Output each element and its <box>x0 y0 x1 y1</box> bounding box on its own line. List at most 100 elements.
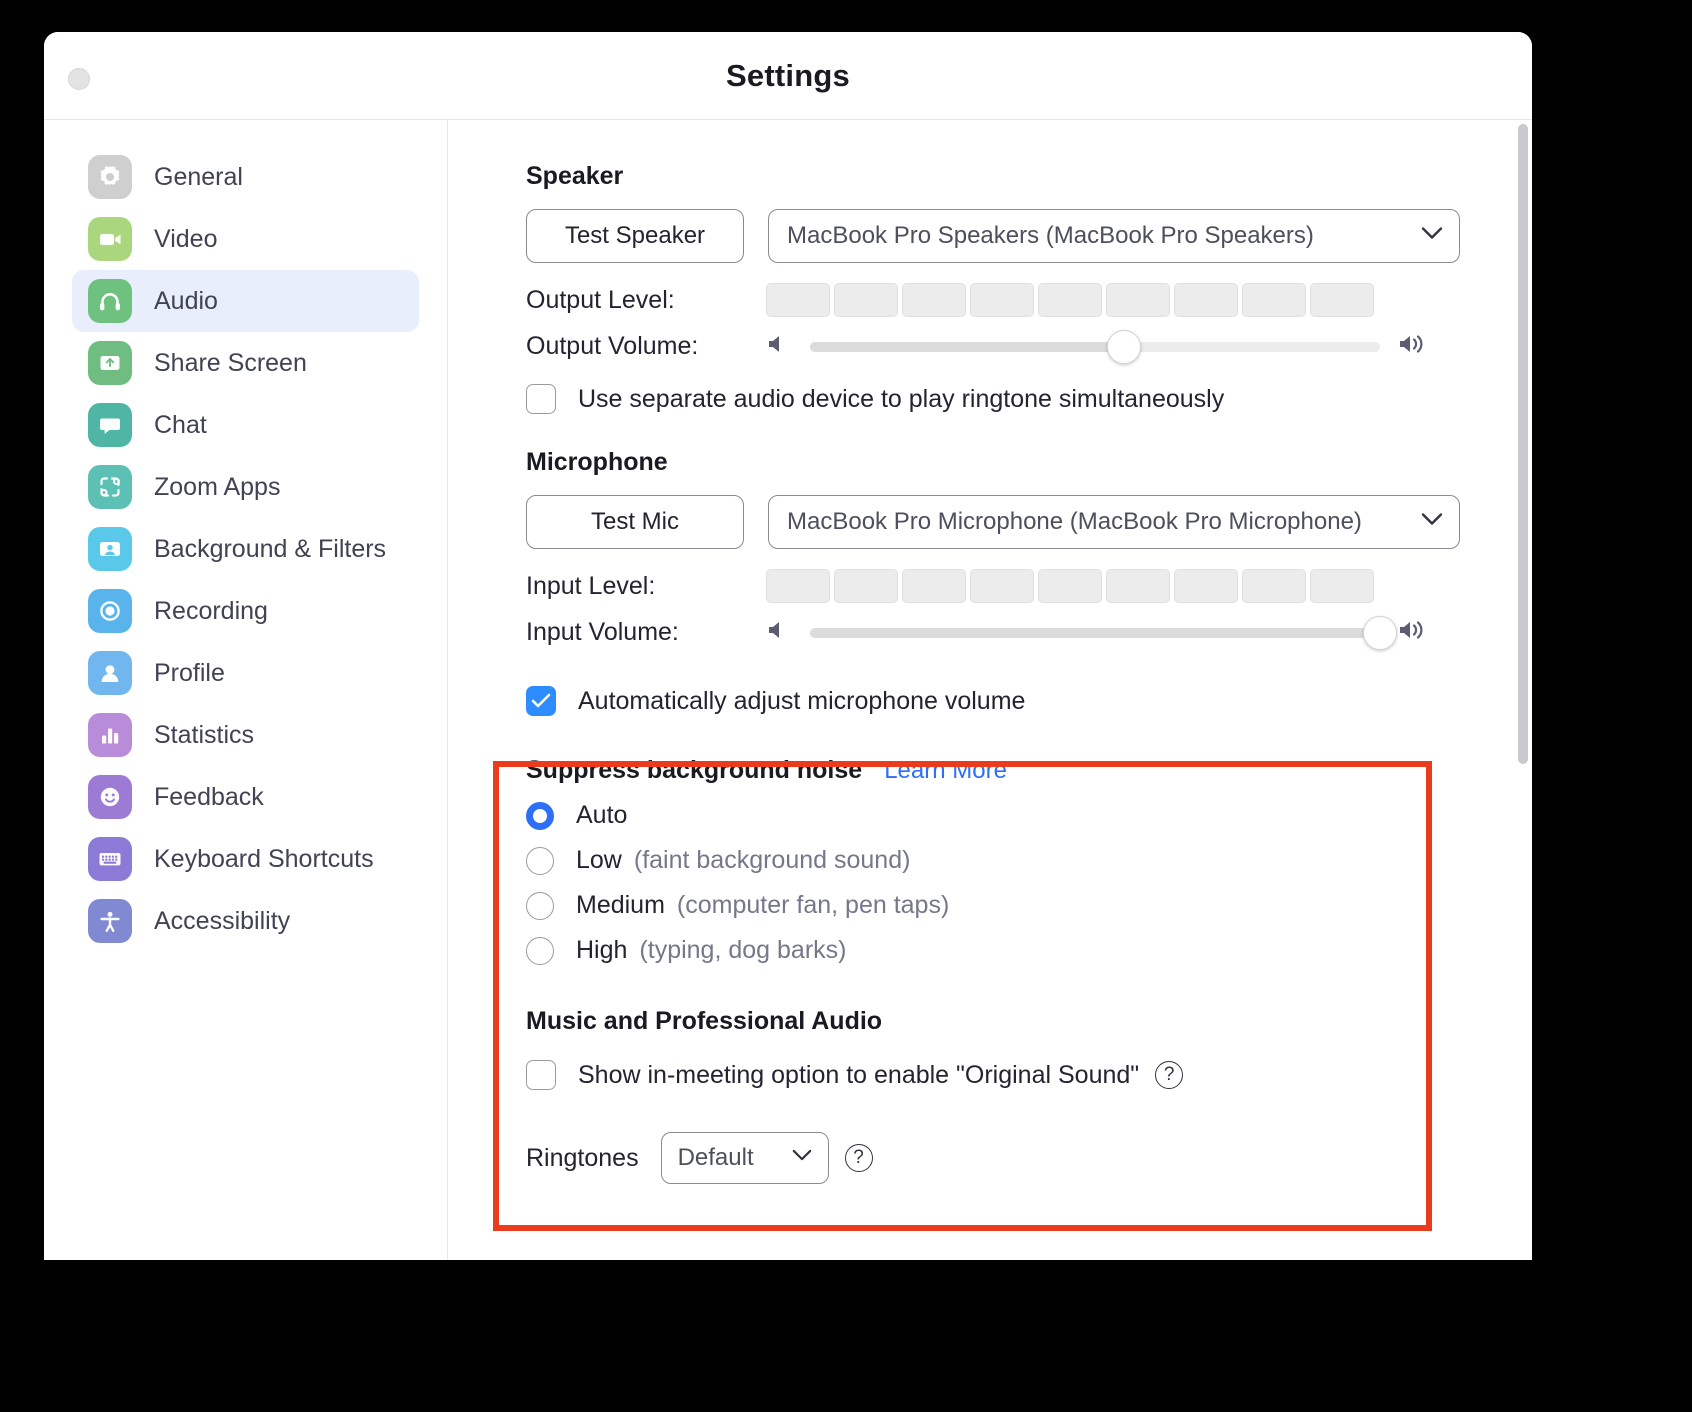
sidebar-item-background-filters[interactable]: Background & Filters <box>72 518 419 580</box>
scrollbar-thumb[interactable] <box>1518 124 1528 764</box>
sidebar-item-label: Profile <box>154 658 225 687</box>
sidebar-item-label: Accessibility <box>154 906 291 935</box>
sidebar-item-label: Statistics <box>154 720 255 749</box>
person-frame-icon <box>88 527 132 571</box>
video-camera-icon <box>88 217 132 261</box>
question-circle-icon[interactable]: ? <box>844 1144 873 1172</box>
noise-option-label: High <box>576 936 628 964</box>
sidebar-item-accessibility[interactable]: Accessibility <box>72 890 419 952</box>
noise-option-label: Medium <box>576 891 665 919</box>
sidebar-item-general[interactable]: General <box>72 146 419 208</box>
sidebar-item-label: Zoom Apps <box>154 472 281 501</box>
input-volume-thumb[interactable] <box>1363 615 1397 650</box>
test-speaker-button[interactable]: Test Speaker <box>526 209 744 263</box>
input-level-segment <box>1242 569 1306 603</box>
ringtones-dropdown[interactable]: Default <box>660 1132 829 1184</box>
radio-medium[interactable] <box>526 891 554 920</box>
input-volume-track[interactable] <box>810 615 1397 650</box>
sidebar-item-audio[interactable]: Audio <box>72 270 419 332</box>
window-body: General Video Audio Share Screen Chat Zoom Ap… <box>44 120 1532 1260</box>
noise-option-hint: (faint background sound) <box>633 846 911 874</box>
sidebar-item-statistics[interactable]: Statistics <box>72 704 419 766</box>
noise-option-hint: (typing, dog barks) <box>639 936 847 964</box>
share-screen-icon <box>88 341 132 385</box>
sidebar-item-label: Keyboard Shortcuts <box>154 844 374 873</box>
sidebar-item-recording[interactable]: Recording <box>72 580 419 642</box>
output-level-segment <box>1038 283 1102 317</box>
input-level-segment <box>766 569 830 603</box>
scrollbar-track[interactable] <box>1518 124 1528 1256</box>
radio-low[interactable] <box>526 846 554 875</box>
test-mic-button[interactable]: Test Mic <box>526 495 744 549</box>
output-level-segment <box>970 283 1034 317</box>
output-level-segment <box>1106 283 1170 317</box>
output-level-segment <box>1242 283 1306 317</box>
noise-suppression-section: Automatically adjust microphone volume S… <box>526 686 1532 1090</box>
input-level-segment <box>902 569 966 603</box>
noise-option-label: Auto <box>576 801 628 829</box>
radio-high[interactable] <box>526 936 554 965</box>
original-sound-checkbox[interactable] <box>526 1060 556 1090</box>
sidebar-item-feedback[interactable]: Feedback <box>72 766 419 828</box>
question-circle-icon[interactable]: ? <box>1155 1061 1184 1089</box>
noise-option-medium[interactable]: Medium (computer fan, pen taps) <box>526 891 1532 920</box>
output-volume-thumb[interactable] <box>1106 329 1141 364</box>
noise-option-auto[interactable]: Auto <box>526 801 1532 830</box>
sidebar-item-profile[interactable]: Profile <box>72 642 419 704</box>
input-level-meter <box>766 569 1374 603</box>
noise-option-label: Low <box>576 846 622 874</box>
speaker-heading: Speaker <box>526 162 624 190</box>
output-volume-slider[interactable] <box>766 329 1428 364</box>
learn-more-link[interactable]: Learn More <box>884 757 1007 785</box>
sidebar-item-video[interactable]: Video <box>72 208 419 270</box>
output-level-label: Output Level: <box>526 285 675 314</box>
output-level-meter <box>766 283 1374 317</box>
input-volume-fill <box>810 627 1380 638</box>
ringtones-row: Ringtones Default ? <box>526 1132 1532 1184</box>
sidebar-item-zoom-apps[interactable]: Zoom Apps <box>72 456 419 518</box>
sidebar-item-label: Audio <box>154 286 218 315</box>
music-pro-audio-heading: Music and Professional Audio <box>526 1007 883 1035</box>
output-volume-fill <box>810 341 1124 352</box>
noise-option-low[interactable]: Low (faint background sound) <box>526 846 1532 875</box>
zoom-apps-icon <box>88 465 132 509</box>
separate-audio-device-label: Use separate audio device to play ringto… <box>578 384 1225 413</box>
output-volume-track[interactable] <box>810 329 1380 364</box>
sidebar-item-label: Video <box>154 224 218 253</box>
noise-option-high[interactable]: High (typing, dog barks) <box>526 936 1532 965</box>
sidebar-item-label: Share Screen <box>154 348 307 377</box>
output-level-segment <box>1310 283 1374 317</box>
radio-auto[interactable] <box>526 801 554 830</box>
suppress-noise-heading: Suppress background noise <box>526 756 863 784</box>
person-icon <box>88 651 132 695</box>
speaker-low-icon <box>766 331 792 362</box>
output-level-segment <box>766 283 830 317</box>
output-level-segment <box>1174 283 1238 317</box>
sidebar-item-share-screen[interactable]: Share Screen <box>72 332 419 394</box>
separate-audio-device-checkbox[interactable] <box>526 384 556 414</box>
auto-adjust-mic-checkbox[interactable] <box>526 686 556 716</box>
sidebar-item-keyboard-shortcuts[interactable]: Keyboard Shortcuts <box>72 828 419 890</box>
original-sound-label: Show in-meeting option to enable "Origin… <box>578 1060 1140 1089</box>
sidebar: General Video Audio Share Screen Chat Zoom Ap… <box>44 120 448 1260</box>
speaker-device-dropdown[interactable]: MacBook Pro Speakers (MacBook Pro Speake… <box>768 209 1460 263</box>
titlebar: Settings <box>44 32 1532 120</box>
chevron-down-icon <box>792 1149 812 1167</box>
gear-icon <box>88 155 132 199</box>
input-level-label: Input Level: <box>526 571 656 600</box>
chevron-down-icon <box>1421 227 1443 246</box>
chat-bubble-icon <box>88 403 132 447</box>
ringtones-value: Default <box>677 1144 754 1171</box>
input-level-segment <box>834 569 898 603</box>
input-level-segment <box>1106 569 1170 603</box>
input-volume-label: Input Volume: <box>526 618 679 646</box>
speaker-high-icon <box>1398 331 1428 362</box>
input-level-segment <box>1038 569 1102 603</box>
sidebar-item-chat[interactable]: Chat <box>72 394 419 456</box>
microphone-device-dropdown[interactable]: MacBook Pro Microphone (MacBook Pro Micr… <box>768 495 1460 549</box>
input-volume-slider[interactable] <box>766 615 1428 650</box>
noise-option-hint: (computer fan, pen taps) <box>676 891 950 919</box>
headphones-icon <box>88 279 132 323</box>
speaker-device-value: MacBook Pro Speakers (MacBook Pro Speake… <box>787 222 1314 249</box>
keyboard-icon <box>88 837 132 881</box>
